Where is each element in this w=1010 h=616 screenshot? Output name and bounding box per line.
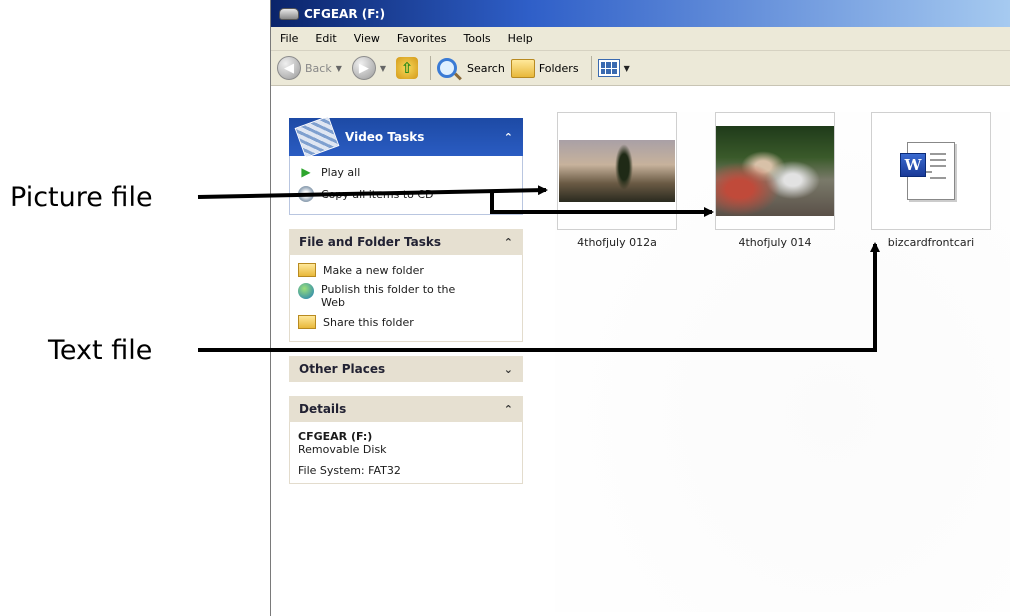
video-tasks-title: Video Tasks [345, 130, 425, 144]
word-document-icon: W [900, 142, 955, 200]
menu-bar: File Edit View Favorites Tools Help [271, 27, 1010, 51]
cd-icon [298, 186, 314, 202]
explorer-window: CFGEAR (F:) File Edit View Favorites Too… [270, 0, 1010, 616]
text-file-callout: Text file [48, 335, 153, 366]
file-item-picture[interactable]: 4thofjuly 012a [557, 112, 677, 249]
share-folder-label: Share this folder [323, 315, 414, 329]
thumbnail-frame [557, 112, 677, 230]
collapse-chevron-icon[interactable]: ⌃ [504, 403, 513, 416]
party-photo-thumbnail [716, 126, 834, 216]
play-all-link[interactable]: ▶ Play all [298, 164, 514, 180]
new-folder-link[interactable]: Make a new folder [298, 263, 514, 277]
collapse-chevron-icon[interactable]: ⌃ [504, 131, 513, 144]
file-list-area: 4thofjuly 012a 4thofjuly 014 W bizcardfr… [555, 112, 1010, 612]
back-arrow-icon: ◀ [277, 56, 301, 80]
up-folder-button[interactable]: ⇧ [396, 57, 419, 79]
picture-file-callout: Picture file [10, 182, 153, 213]
search-button[interactable]: Search [437, 58, 505, 78]
file-folder-tasks-body: Make a new folder Publish this folder to… [289, 255, 523, 342]
file-item-picture[interactable]: 4thofjuly 014 [715, 112, 835, 249]
share-folder-link[interactable]: Share this folder [298, 315, 514, 329]
back-dropdown-icon[interactable]: ▼ [336, 64, 342, 73]
publish-web-label: Publish this folder to the Web [321, 283, 456, 309]
back-label: Back [305, 61, 332, 75]
folders-button[interactable]: Folders [510, 58, 579, 78]
folders-icon [510, 58, 535, 78]
other-places-header[interactable]: Other Places ⌄ [289, 356, 523, 382]
word-w-icon: W [900, 153, 926, 177]
video-tasks-panel: Video Tasks ⌃ ▶ Play all Copy all items … [289, 115, 523, 215]
video-tasks-body: ▶ Play all Copy all items to CD [289, 156, 523, 215]
other-places-panel: Other Places ⌄ [289, 356, 523, 382]
file-folder-tasks-header[interactable]: File and Folder Tasks ⌃ [289, 229, 523, 255]
menu-file[interactable]: File [271, 32, 306, 45]
views-icon [597, 59, 620, 77]
task-pane: Video Tasks ⌃ ▶ Play all Copy all items … [289, 115, 523, 498]
menu-view[interactable]: View [345, 32, 388, 45]
removable-drive-icon [279, 7, 299, 20]
play-all-label: Play all [321, 165, 361, 179]
play-icon: ▶ [301, 165, 311, 179]
file-folder-tasks-title: File and Folder Tasks [299, 235, 442, 249]
file-name: 4thofjuly 012a [577, 236, 657, 249]
search-icon [437, 58, 458, 78]
copy-to-cd-link[interactable]: Copy all items to CD [298, 186, 514, 202]
forward-button[interactable]: ▶ ▼ [351, 56, 390, 80]
new-folder-icon [298, 263, 316, 277]
file-name: 4thofjuly 014 [738, 236, 812, 249]
expand-chevron-icon[interactable]: ⌄ [504, 363, 513, 376]
details-drive-type: Removable Disk [298, 443, 387, 456]
title-bar[interactable]: CFGEAR (F:) [271, 0, 1010, 27]
menu-tools[interactable]: Tools [455, 32, 499, 45]
new-folder-label: Make a new folder [323, 263, 424, 277]
file-folder-tasks-panel: File and Folder Tasks ⌃ Make a new folde… [289, 229, 523, 342]
menu-help[interactable]: Help [499, 32, 541, 45]
window-title: CFGEAR (F:) [304, 6, 386, 21]
search-label: Search [467, 61, 505, 75]
video-tasks-header[interactable]: Video Tasks ⌃ [289, 115, 523, 159]
forward-dropdown-icon[interactable]: ▼ [380, 64, 386, 73]
up-folder-icon: ⇧ [396, 57, 419, 79]
details-drive-name: CFGEAR (F:) [298, 430, 373, 443]
toolbar: ◀ Back ▼ ▶ ▼ ⇧ Search Folders ▼ [271, 51, 1010, 86]
file-item-document[interactable]: W bizcardfrontcari [871, 112, 991, 249]
details-title: Details [299, 402, 347, 416]
globe-icon [298, 283, 314, 299]
collapse-chevron-icon[interactable]: ⌃ [504, 236, 513, 249]
thumbnail-frame: W [871, 112, 991, 230]
share-folder-icon [298, 315, 316, 329]
details-body: CFGEAR (F:) Removable Disk File System: … [289, 422, 523, 484]
publish-web-link[interactable]: Publish this folder to the Web [298, 283, 514, 309]
details-header[interactable]: Details ⌃ [289, 396, 523, 422]
views-button[interactable]: ▼ [597, 59, 634, 77]
thumbnail-frame [715, 112, 835, 230]
details-filesystem: File System: FAT32 [298, 464, 401, 477]
folders-label: Folders [538, 61, 579, 75]
views-dropdown-icon[interactable]: ▼ [624, 64, 630, 73]
menu-favorites[interactable]: Favorites [388, 32, 455, 45]
video-filmstrip-icon [294, 115, 340, 159]
forward-arrow-icon: ▶ [351, 56, 376, 80]
sunset-photo-thumbnail [559, 140, 675, 202]
copy-to-cd-label: Copy all items to CD [321, 187, 434, 201]
back-button[interactable]: ◀ Back ▼ [277, 56, 346, 80]
menu-edit[interactable]: Edit [306, 32, 344, 45]
toolbar-divider [590, 56, 592, 80]
file-name: bizcardfrontcari [887, 236, 975, 249]
other-places-title: Other Places [299, 362, 386, 376]
toolbar-divider [430, 56, 432, 80]
details-panel: Details ⌃ CFGEAR (F:) Removable Disk Fil… [289, 396, 523, 484]
